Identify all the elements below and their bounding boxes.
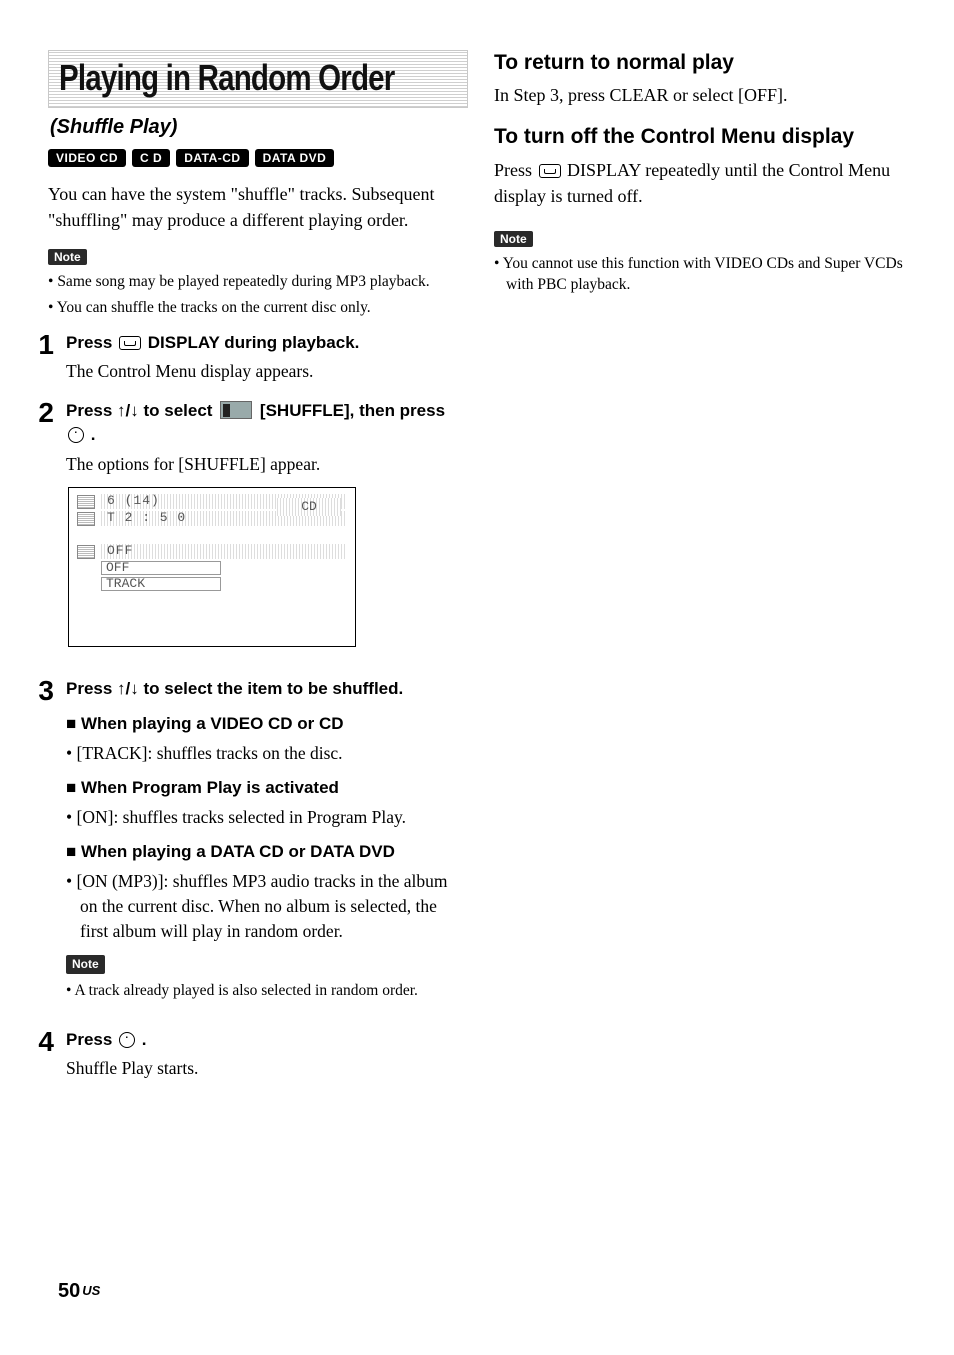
case-item: [TRACK]: shuffles tracks on the disc. xyxy=(66,741,468,766)
display-icon xyxy=(119,336,141,350)
text: . xyxy=(86,425,95,444)
step-number: 3 xyxy=(30,677,54,1014)
step-body: Press DISPLAY during playback. The Contr… xyxy=(66,331,468,385)
menu-option: OFF xyxy=(101,561,221,575)
case-heading: When playing a VIDEO CD or CD xyxy=(66,712,468,737)
text: [SHUFFLE], then press xyxy=(255,401,445,420)
step-description: The options for [SHUFFLE] appear. xyxy=(66,452,468,477)
step-body: Press ↑/↓ to select [SHUFFLE], then pres… xyxy=(66,399,468,652)
step-body: Press . Shuffle Play starts. xyxy=(66,1028,468,1082)
intro-text: You can have the system "shuffle" tracks… xyxy=(48,181,468,233)
subsection-heading: To return to normal play xyxy=(494,50,906,76)
note-list: A track already played is also selected … xyxy=(66,980,468,1002)
step-number: 4 xyxy=(30,1028,54,1082)
step-2: 2 Press ↑/↓ to select [SHUFFLE], then pr… xyxy=(30,399,468,652)
columns: Playing in Random Order (Shuffle Play) V… xyxy=(48,50,906,1096)
menu-icon xyxy=(77,512,95,526)
display-icon xyxy=(539,164,561,178)
paragraph: In Step 3, press CLEAR or select [OFF]. xyxy=(494,82,906,108)
media-tags: VIDEO CD C D DATA-CD DATA DVD xyxy=(48,149,468,167)
step-number: 1 xyxy=(30,331,54,385)
step-3: 3 Press ↑/↓ to select the item to be shu… xyxy=(30,677,468,1014)
page-footer: 50US xyxy=(58,1280,100,1303)
page-number: 50 xyxy=(58,1280,80,1302)
step-heading: Press ↑/↓ to select the item to be shuff… xyxy=(66,677,468,702)
tag-video-cd: VIDEO CD xyxy=(48,149,126,167)
case-heading: When playing a DATA CD or DATA DVD xyxy=(66,840,468,865)
section-subtitle: (Shuffle Play) xyxy=(50,116,468,139)
text: DISPLAY during playback. xyxy=(143,333,359,352)
step-heading: Press ↑/↓ to select [SHUFFLE], then pres… xyxy=(66,399,468,448)
tag-data-cd: DATA-CD xyxy=(176,149,248,167)
paragraph: Press DISPLAY repeatedly until the Contr… xyxy=(494,157,906,209)
step-number: 2 xyxy=(30,399,54,652)
subsection-heading: To turn off the Control Menu display xyxy=(494,124,906,150)
menu-icon xyxy=(77,545,95,559)
step-description: The Control Menu display appears. xyxy=(66,359,468,384)
screen-selected: OFF xyxy=(101,544,347,559)
note-list: Same song may be played repeatedly durin… xyxy=(48,271,468,318)
case-item: [ON (MP3)]: shuffles MP3 audio tracks in… xyxy=(66,869,468,945)
note-label: Note xyxy=(48,249,87,265)
section-title-box: Playing in Random Order xyxy=(48,50,468,108)
tag-cd: C D xyxy=(132,149,170,167)
text: Press ↑/↓ to select xyxy=(66,401,217,420)
note-item: You cannot use this function with VIDEO … xyxy=(494,253,906,296)
step-1: 1 Press DISPLAY during playback. The Con… xyxy=(30,331,468,385)
note-label: Note xyxy=(66,955,105,974)
text: Press xyxy=(66,333,117,352)
text: Press xyxy=(66,1030,117,1049)
note-list: You cannot use this function with VIDEO … xyxy=(494,253,906,296)
left-column: Playing in Random Order (Shuffle Play) V… xyxy=(48,50,468,1096)
note-item: Same song may be played repeatedly durin… xyxy=(48,271,468,293)
step-4: 4 Press . Shuffle Play starts. xyxy=(30,1028,468,1082)
manual-page: Playing in Random Order (Shuffle Play) V… xyxy=(0,0,954,1355)
note-item: A track already played is also selected … xyxy=(66,980,468,1002)
step-body: Press ↑/↓ to select the item to be shuff… xyxy=(66,677,468,1014)
note-label: Note xyxy=(494,231,533,247)
region-code: US xyxy=(82,1283,100,1298)
enter-icon xyxy=(68,427,84,443)
menu-icon xyxy=(77,495,95,509)
tag-data-dvd: DATA DVD xyxy=(255,149,335,167)
section-title: Playing in Random Order xyxy=(59,57,385,99)
case-item: [ON]: shuffles tracks selected in Progra… xyxy=(66,805,468,830)
step-heading: Press DISPLAY during playback. xyxy=(66,331,468,356)
enter-icon xyxy=(119,1032,135,1048)
shuffle-menu-icon xyxy=(220,401,252,419)
text: Press xyxy=(494,160,537,180)
case-heading: When Program Play is activated xyxy=(66,776,468,801)
menu-option: TRACK xyxy=(101,577,221,591)
note-item: You can shuffle the tracks on the curren… xyxy=(48,297,468,319)
step-description: Shuffle Play starts. xyxy=(66,1056,468,1081)
right-column: To return to normal play In Step 3, pres… xyxy=(494,50,906,1096)
step-heading: Press . xyxy=(66,1028,468,1053)
text: . xyxy=(137,1030,146,1049)
disc-type-badge: CD xyxy=(277,498,341,516)
control-menu-screenshot: 6 (14) T 2 : 5 0 CD OFF OFF TRACK xyxy=(68,487,356,647)
